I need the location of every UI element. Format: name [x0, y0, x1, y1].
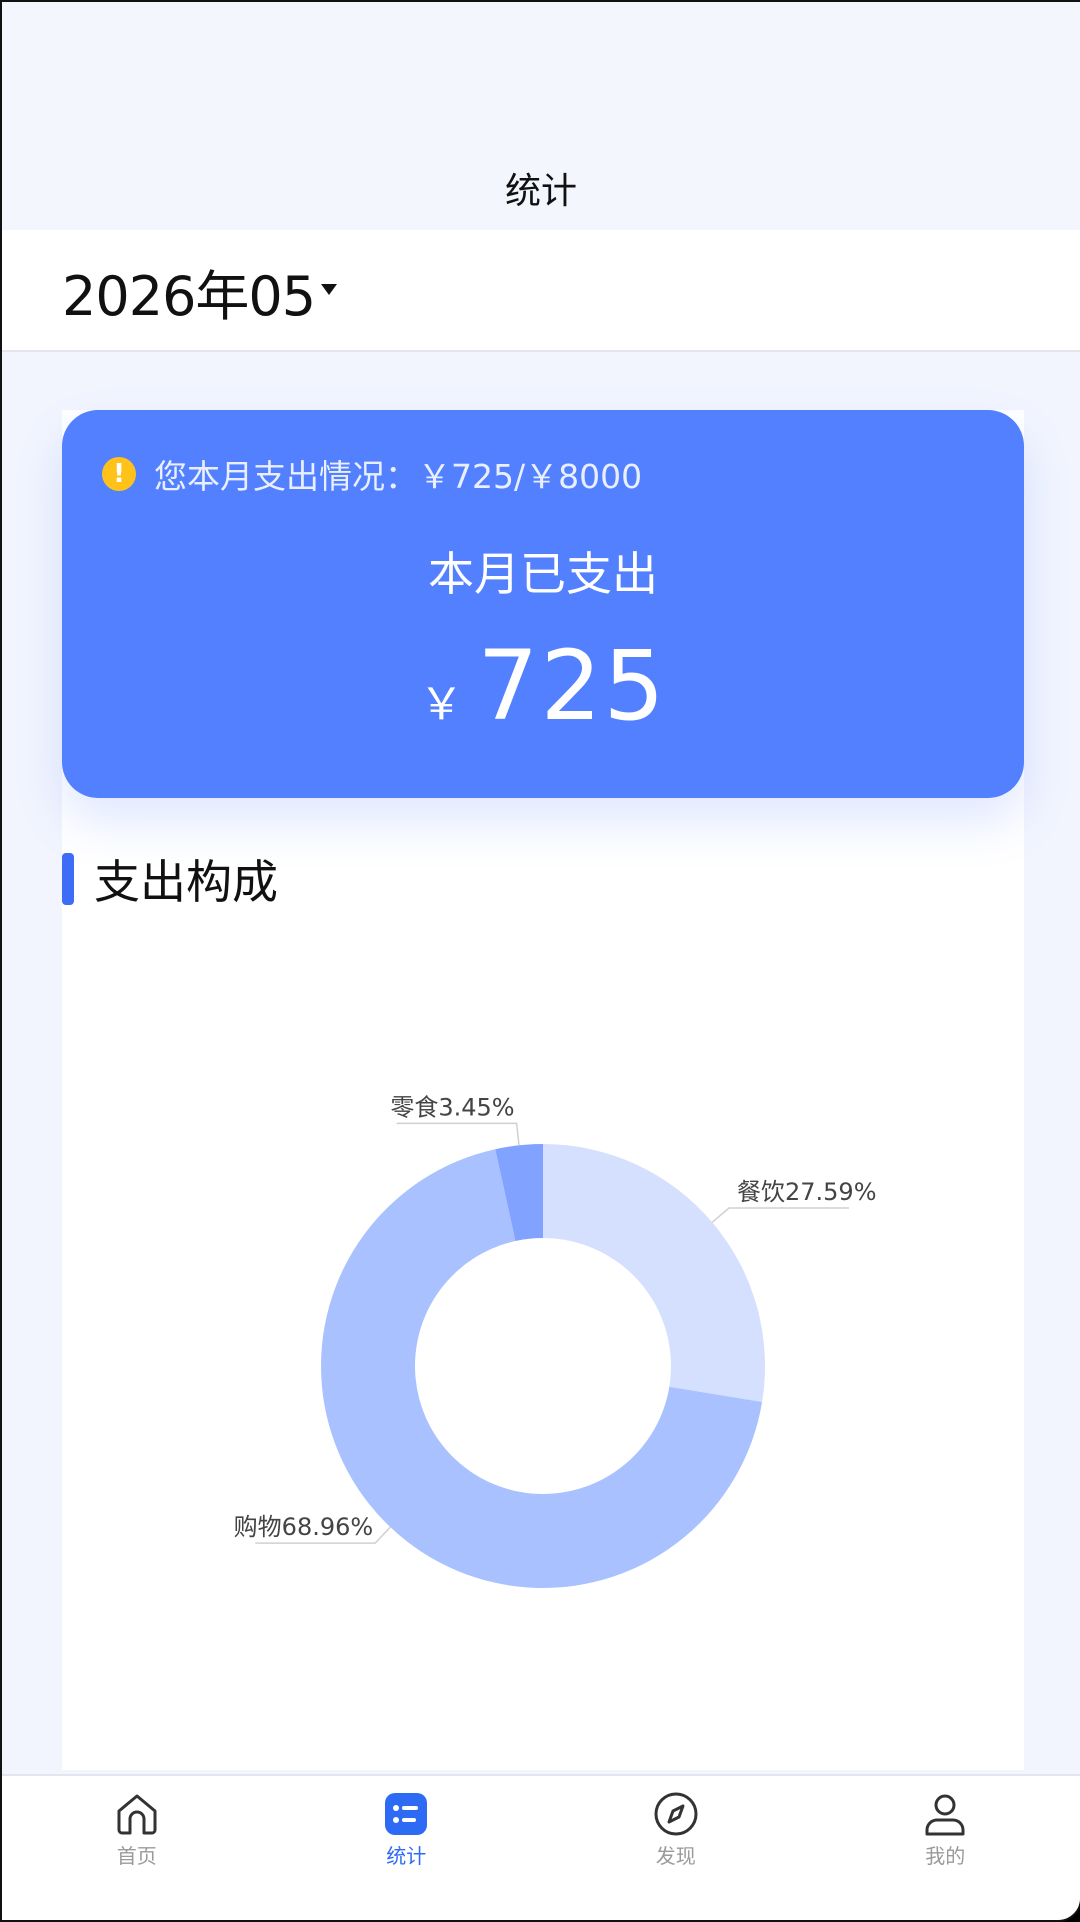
slice-label: 零食3.45%: [390, 1093, 514, 1121]
spent-label: 本月已支出: [62, 538, 1024, 604]
tab-stats[interactable]: 统计: [272, 1776, 542, 1922]
amount-value: 725: [477, 630, 666, 742]
month-picker[interactable]: 2026年05: [62, 252, 337, 331]
tab-home[interactable]: 首页: [2, 1776, 272, 1922]
user-icon: [921, 1790, 969, 1838]
tab-label: 首页: [117, 1840, 157, 1869]
tab-profile[interactable]: 我的: [811, 1776, 1080, 1922]
expense-donut-chart: 餐饮27.59% 购物68.96% 零食3.45%: [62, 982, 1024, 1702]
tab-label: 统计: [386, 1840, 426, 1869]
navigation-bar: 统计: [2, 2, 1080, 230]
section-accent-bar: [62, 853, 74, 905]
compass-icon: [652, 1790, 700, 1838]
currency-symbol: ￥: [419, 668, 463, 732]
month-bar: 2026年05: [2, 230, 1080, 352]
warning-icon: !: [102, 457, 136, 491]
budget-notice: ! 您本月支出情况：￥725/￥8000: [102, 450, 642, 498]
section-header: 支出构成: [62, 846, 278, 912]
slice-label: 餐饮27.59%: [737, 1178, 877, 1206]
budget-notice-text: 您本月支出情况：￥725/￥8000: [154, 450, 642, 498]
monthly-summary-card: ! 您本月支出情况：￥725/￥8000 本月已支出 ￥ 725: [62, 410, 1024, 798]
tab-label: 我的: [925, 1840, 965, 1869]
slice-label: 购物68.96%: [234, 1513, 374, 1541]
donut-slice-0[interactable]: [543, 1144, 765, 1402]
section-title: 支出构成: [94, 846, 278, 912]
tab-label: 发现: [656, 1840, 696, 1869]
caret-down-icon: [321, 284, 337, 295]
tab-discover[interactable]: 发现: [541, 1776, 811, 1922]
page-title: 统计: [2, 162, 1080, 214]
month-value: 2026年05: [62, 252, 315, 331]
label-leader-line: [397, 1123, 519, 1145]
spent-amount: ￥ 725: [62, 630, 1024, 742]
app-screen: 统计 2026年05 ! 您本月支出情况：￥725/￥8000 本月已支出 ￥ …: [0, 0, 1080, 1922]
label-leader-line: [712, 1208, 849, 1222]
stats-list-icon: [382, 1790, 430, 1838]
home-icon: [113, 1790, 161, 1838]
bottom-tab-bar: 首页 统计 发现 我的: [2, 1774, 1080, 1922]
